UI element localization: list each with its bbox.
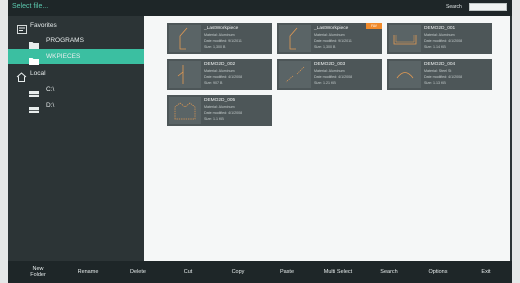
search-button[interactable]: Search: [369, 261, 409, 283]
workpiece-preview: [169, 97, 201, 124]
workpiece-preview: [169, 61, 201, 88]
sidebar-item-label: D:\: [46, 102, 55, 109]
file-size: Size: 907 B: [204, 81, 223, 85]
file-select-dialog: Select file... Search Favorites PROGRAMS…: [8, 0, 512, 283]
bottom-toolbar: New Folder Rename Delete Cut Copy Paste …: [8, 261, 512, 283]
file-size: Size: 1.13 KB: [424, 81, 446, 85]
file-material: Material: Aluminum: [314, 69, 345, 73]
sidebar-item-local[interactable]: Local: [8, 66, 144, 82]
sidebar-item-label: C:\: [46, 86, 55, 93]
workpiece-preview: [389, 25, 421, 52]
file-name: _LastWorkpiece: [314, 26, 349, 31]
file-card[interactable]: DEMO2D_001 Material: Aluminum Date modif…: [387, 23, 492, 54]
file-material: Material: Aluminum: [204, 33, 235, 37]
file-name: DEMO2D_002: [204, 62, 236, 67]
file-date: Date modified: 4/1/2008: [204, 111, 243, 115]
file-name: _LastWorkpiece: [204, 26, 239, 31]
file-card[interactable]: _LastWorkpiece Material: Aluminum Date m…: [167, 23, 272, 54]
search-input[interactable]: [469, 3, 507, 11]
file-date: Date modified: 4/1/2008: [204, 75, 243, 79]
file-date: Date modified: 9/1/2011: [314, 39, 352, 43]
new-folder-button[interactable]: New Folder: [16, 261, 60, 283]
delete-button[interactable]: Delete: [118, 261, 158, 283]
drive-icon: [29, 101, 39, 119]
file-date: Date modified: 9/1/2011: [204, 39, 242, 43]
file-size: Size: 1.21 KB: [314, 81, 336, 85]
paste-button[interactable]: Paste: [269, 261, 305, 283]
file-name: DEMO2D_004: [424, 62, 456, 67]
favorite-badge: FAV: [366, 23, 382, 29]
window-title: Select file...: [12, 3, 49, 10]
options-button[interactable]: Options: [418, 261, 458, 283]
file-name: DEMO2D_005: [204, 98, 236, 103]
sidebar-item-programs[interactable]: PROGRAMS: [8, 33, 144, 49]
sidebar-item-label: WKPIECES: [46, 53, 81, 60]
workpiece-preview: [169, 25, 201, 52]
file-date: Date modified: 4/1/2008: [424, 39, 463, 43]
file-size: Size: 1,300 B: [204, 45, 226, 49]
file-date: Date modified: 4/1/2008: [424, 75, 463, 79]
file-card[interactable]: DEMO2D_002 Material: Aluminum Date modif…: [167, 59, 272, 90]
file-name: DEMO2D_001: [424, 26, 456, 31]
sidebar: Favorites PROGRAMS WKPIECES Local C:\ D:…: [8, 16, 144, 261]
rename-button[interactable]: Rename: [68, 261, 108, 283]
file-name: DEMO2D_003: [314, 62, 346, 67]
file-material: Material: Steel St: [424, 69, 452, 73]
exit-button[interactable]: Exit: [470, 261, 502, 283]
file-material: Material: Aluminum: [204, 105, 235, 109]
file-material: Material: Aluminum: [204, 69, 235, 73]
file-material: Material: Aluminum: [314, 33, 345, 37]
file-card[interactable]: DEMO2D_005 Material: Aluminum Date modif…: [167, 95, 272, 126]
sidebar-item-wkpieces[interactable]: WKPIECES: [8, 49, 144, 65]
file-material: Material: Aluminum: [424, 33, 455, 37]
file-size: Size: 1,300 B: [314, 45, 336, 49]
file-size: Size: 1.1 KB: [204, 117, 224, 121]
multi-select-button[interactable]: Multi Select: [314, 261, 362, 283]
file-grid: _LastWorkpiece Material: Aluminum Date m…: [144, 16, 510, 261]
file-date: Date modified: 4/1/2008: [314, 75, 353, 79]
title-bar: Select file... Search: [8, 0, 512, 16]
workpiece-preview: [279, 61, 311, 88]
copy-button[interactable]: Copy: [220, 261, 256, 283]
file-card[interactable]: _LastWorkpiece Material: Aluminum Date m…: [277, 23, 382, 54]
sidebar-item-label: PROGRAMS: [46, 37, 84, 44]
sidebar-item-favorites[interactable]: Favorites: [8, 18, 144, 34]
workpiece-preview: [279, 25, 311, 52]
cut-button[interactable]: Cut: [170, 261, 206, 283]
sidebar-item-label: Favorites: [30, 22, 57, 29]
file-size: Size: 1.14 KB: [424, 45, 446, 49]
file-card[interactable]: DEMO2D_004 Material: Steel St Date modif…: [387, 59, 492, 90]
sidebar-item-drive-c[interactable]: C:\: [8, 82, 144, 97]
workpiece-preview: [389, 61, 421, 88]
search-label: Search: [446, 4, 462, 10]
sidebar-item-drive-d[interactable]: D:\: [8, 98, 144, 113]
file-card[interactable]: DEMO2D_003 Material: Aluminum Date modif…: [277, 59, 382, 90]
sidebar-item-label: Local: [30, 70, 46, 77]
